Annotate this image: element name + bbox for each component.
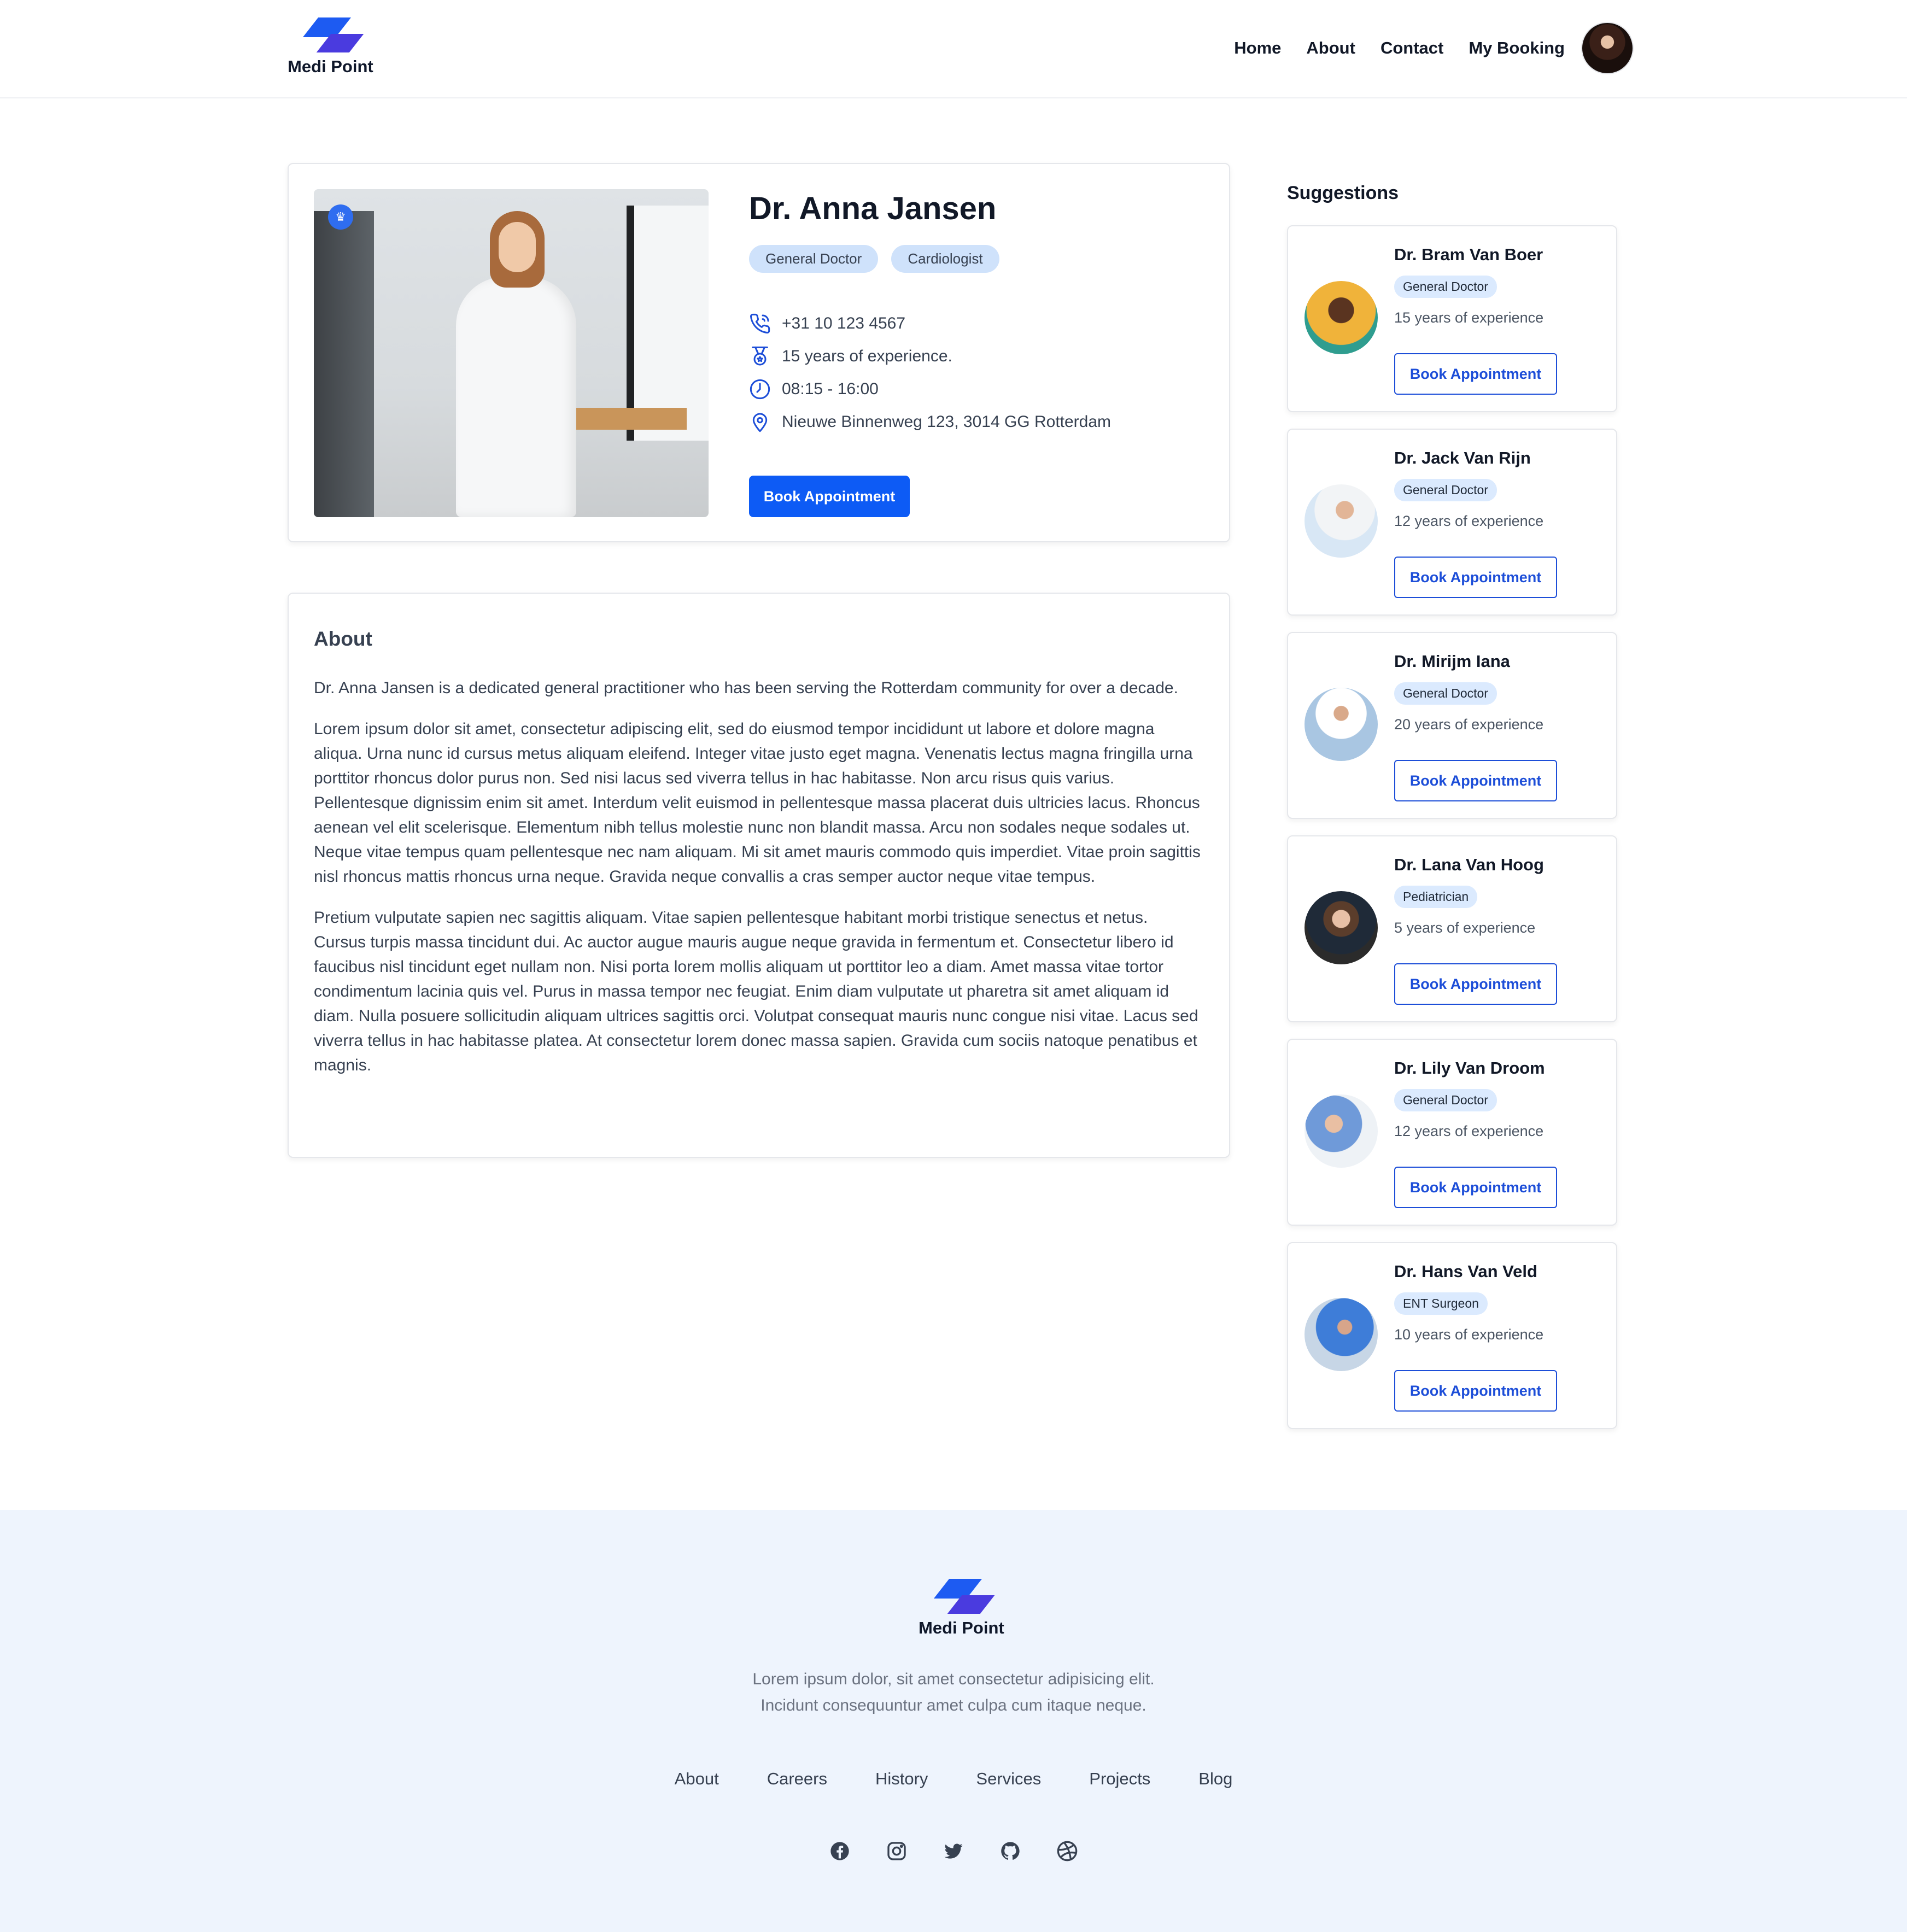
footer-links: About Careers History Services Projects … <box>0 1769 1907 1789</box>
doctor-thumbnail <box>1305 891 1378 964</box>
about-paragraph: Dr. Anna Jansen is a dedicated general p… <box>314 679 1178 697</box>
suggestion-name[interactable]: Dr. Lily Van Droom <box>1394 1058 1545 1078</box>
doctor-thumbnail <box>1305 688 1378 761</box>
suggestion-name[interactable]: Dr. Lana Van Hoog <box>1394 855 1544 875</box>
suggestion-card: Dr. Mirijm Iana General Doctor 20 years … <box>1287 632 1617 819</box>
footer-tagline-line: Lorem ipsum dolor, sit amet consectetur … <box>752 1670 1155 1688</box>
hours-text: 08:15 - 16:00 <box>782 380 879 398</box>
doctor-thumbnail <box>1305 484 1378 558</box>
doctor-thumbnail <box>1305 1298 1378 1371</box>
suggestion-name[interactable]: Dr. Jack Van Rijn <box>1394 448 1531 468</box>
suggestion-card: Dr. Bram Van Boer General Doctor 15 year… <box>1287 225 1617 412</box>
suggestion-specialty: General Doctor <box>1394 479 1497 501</box>
user-avatar[interactable] <box>1581 22 1634 74</box>
suggestion-specialty: Pediatrician <box>1394 886 1478 908</box>
address-text: Nieuwe Binnenweg 123, 3014 GG Rotterdam <box>782 413 1112 431</box>
suggestion-card: Dr. Lily Van Droom General Doctor 12 yea… <box>1287 1039 1617 1226</box>
about-paragraph: Pretium vulputate sapien nec sagittis al… <box>314 909 1198 1074</box>
doctor-thumbnail <box>1305 1094 1378 1168</box>
about-card: About Dr. Anna Jansen is a dedicated gen… <box>288 593 1230 1158</box>
footer-link-about[interactable]: About <box>675 1769 719 1789</box>
book-appointment-button[interactable]: Book Appointment <box>1394 353 1557 395</box>
suggestion-card: Dr. Lana Van Hoog Pediatrician 5 years o… <box>1287 835 1617 1022</box>
doctor-profile-card: ♛ Dr. Anna Jansen General Doctor Cardiol… <box>288 163 1230 542</box>
phone-icon <box>750 313 770 333</box>
footer-tagline: Lorem ipsum dolor, sit amet consectetur … <box>0 1666 1907 1719</box>
logo-mark-icon <box>934 1579 995 1615</box>
address-row: Nieuwe Binnenweg 123, 3014 GG Rotterdam <box>749 406 1111 438</box>
footer-logo[interactable]: Medi Point <box>919 1579 1004 1638</box>
crown-icon: ♛ <box>328 204 353 230</box>
footer-link-history[interactable]: History <box>875 1769 928 1789</box>
footer-brand-name: Medi Point <box>919 1618 1004 1637</box>
logo-mark-icon <box>303 17 364 54</box>
about-paragraph: Lorem ipsum dolor sit amet, consectetur … <box>314 720 1201 886</box>
suggestion-specialty: General Doctor <box>1394 276 1497 298</box>
suggestion-name[interactable]: Dr. Mirijm Iana <box>1394 652 1510 671</box>
location-pin-icon <box>752 413 768 432</box>
suggestion-name[interactable]: Dr. Hans Van Veld <box>1394 1262 1537 1281</box>
specialty-tag: General Doctor <box>749 245 879 273</box>
footer-tagline-line: Incidunt consequuntur amet culpa cum ita… <box>761 1696 1146 1714</box>
footer-link-services[interactable]: Services <box>976 1769 1041 1789</box>
phone-text: +31 10 123 4567 <box>782 314 906 332</box>
nav-about[interactable]: About <box>1306 38 1355 58</box>
doctor-info-list: +31 10 123 4567 15 years of experience. … <box>749 307 1111 438</box>
hours-row: 08:15 - 16:00 <box>749 373 1111 406</box>
suggestion-specialty: General Doctor <box>1394 682 1497 705</box>
suggestion-experience: 20 years of experience <box>1394 716 1544 733</box>
brand-logo[interactable]: Medi Point <box>288 17 373 77</box>
page: Medi Point Home About Contact My Booking… <box>0 0 1907 1932</box>
experience-text: 15 years of experience. <box>782 347 952 365</box>
book-appointment-button[interactable]: Book Appointment <box>749 476 910 517</box>
nav-contact[interactable]: Contact <box>1380 38 1443 58</box>
book-appointment-button[interactable]: Book Appointment <box>1394 760 1557 801</box>
suggestion-card: Dr. Jack Van Rijn General Doctor 12 year… <box>1287 429 1617 616</box>
book-appointment-button[interactable]: Book Appointment <box>1394 1167 1557 1208</box>
footer-link-projects[interactable]: Projects <box>1089 1769 1150 1789</box>
specialty-tags: General Doctor Cardiologist <box>749 245 1013 273</box>
suggestion-card: Dr. Hans Van Veld ENT Surgeon 10 years o… <box>1287 1242 1617 1429</box>
brand-name: Medi Point <box>288 57 373 76</box>
book-appointment-button[interactable]: Book Appointment <box>1394 963 1557 1005</box>
medal-icon <box>752 346 768 366</box>
twitter-icon[interactable] <box>941 1839 966 1863</box>
specialty-tag: Cardiologist <box>891 245 999 273</box>
instagram-icon[interactable] <box>885 1839 909 1863</box>
footer-link-careers[interactable]: Careers <box>767 1769 827 1789</box>
suggestion-experience: 5 years of experience <box>1394 920 1536 936</box>
book-appointment-button[interactable]: Book Appointment <box>1394 1370 1557 1412</box>
footer: Medi Point Lorem ipsum dolor, sit amet c… <box>0 1510 1907 1932</box>
about-title: About <box>314 628 372 650</box>
phone-row: +31 10 123 4567 <box>749 307 1111 340</box>
suggestion-experience: 12 years of experience <box>1394 513 1544 529</box>
experience-row: 15 years of experience. <box>749 340 1111 373</box>
doctor-thumbnail <box>1305 281 1378 354</box>
dribbble-icon[interactable] <box>1055 1839 1079 1863</box>
suggestion-name[interactable]: Dr. Bram Van Boer <box>1394 245 1543 265</box>
clock-icon <box>750 379 770 400</box>
nav-home[interactable]: Home <box>1234 38 1281 58</box>
suggestion-specialty: ENT Surgeon <box>1394 1292 1488 1315</box>
book-appointment-button[interactable]: Book Appointment <box>1394 557 1557 598</box>
social-links <box>0 1839 1907 1863</box>
suggestion-specialty: General Doctor <box>1394 1089 1497 1111</box>
suggestions-title: Suggestions <box>1287 183 1399 203</box>
suggestion-experience: 10 years of experience <box>1394 1326 1544 1343</box>
facebook-icon[interactable] <box>828 1839 852 1863</box>
footer-link-blog[interactable]: Blog <box>1198 1769 1232 1789</box>
doctor-name: Dr. Anna Jansen <box>749 191 997 226</box>
doctor-photo: ♛ <box>314 189 709 517</box>
suggestion-experience: 15 years of experience <box>1394 309 1544 326</box>
top-header: Medi Point Home About Contact My Booking <box>0 0 1907 98</box>
suggestion-experience: 12 years of experience <box>1394 1123 1544 1139</box>
github-icon[interactable] <box>998 1839 1022 1863</box>
main-nav: Home About Contact My Booking <box>1209 22 1634 74</box>
nav-my-booking[interactable]: My Booking <box>1469 38 1565 58</box>
